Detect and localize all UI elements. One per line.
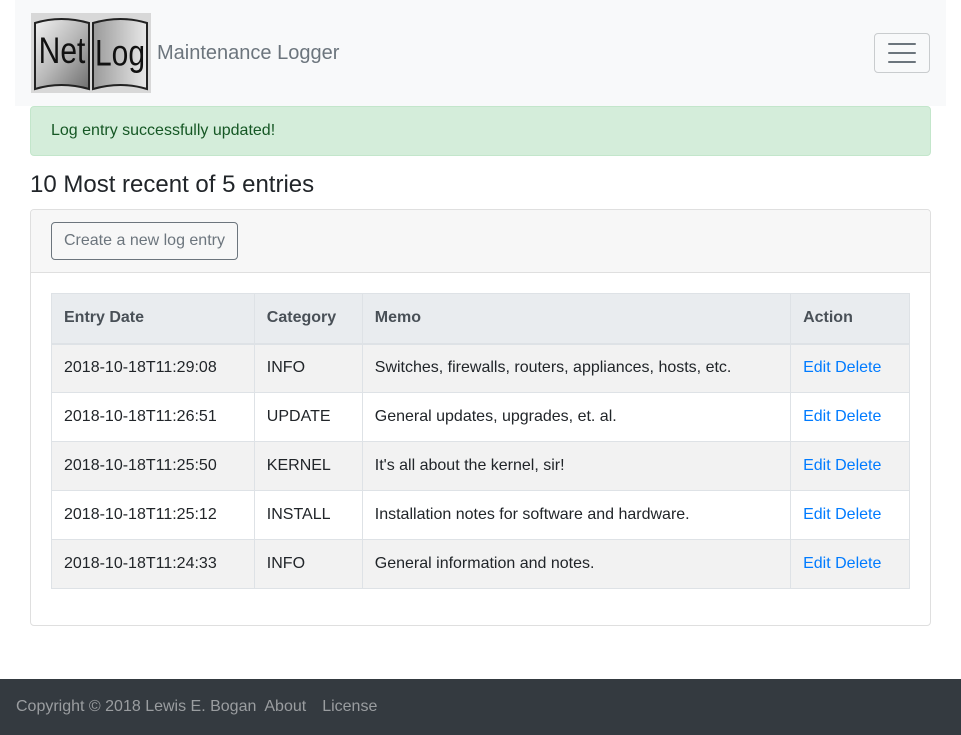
table-row: 2018-10-18T11:24:33 INFO General informa…	[51, 539, 910, 589]
entry-memo: General information and notes.	[361, 539, 792, 589]
entry-actions: Edit Delete	[790, 392, 910, 442]
footer: Copyright © 2018 Lewis E. Bogan About Li…	[0, 679, 961, 735]
entry-category: UPDATE	[253, 392, 363, 442]
edit-link[interactable]: Edit	[803, 457, 831, 474]
log-card: Create a new log entry Entry Date Catego…	[30, 209, 931, 626]
delete-link[interactable]: Delete	[835, 457, 881, 474]
navbar-brand[interactable]: Net Log Maintenance Logger	[31, 12, 339, 94]
create-log-entry-button[interactable]: Create a new log entry	[51, 222, 238, 260]
entry-date: 2018-10-18T11:25:12	[51, 490, 255, 540]
entry-category: INFO	[253, 539, 363, 589]
entry-date: 2018-10-18T11:29:08	[51, 343, 255, 393]
table-row: 2018-10-18T11:25:12 INSTALL Installation…	[51, 490, 910, 540]
table-header-row: Entry Date Category Memo Action	[51, 293, 910, 345]
entry-memo: Switches, firewalls, routers, appliances…	[361, 343, 792, 393]
edit-link[interactable]: Edit	[803, 408, 831, 425]
card-header: Create a new log entry	[31, 210, 930, 273]
entry-memo: Installation notes for software and hard…	[361, 490, 792, 540]
column-header-entry-date[interactable]: Entry Date	[51, 293, 255, 345]
logo-text-left: Net	[39, 30, 86, 72]
delete-link[interactable]: Delete	[835, 555, 881, 572]
entry-category: INFO	[253, 343, 363, 393]
edit-link[interactable]: Edit	[803, 506, 831, 523]
entry-date: 2018-10-18T11:26:51	[51, 392, 255, 442]
footer-about-link[interactable]: About	[264, 698, 306, 716]
navbar: Net Log Maintenance Logger	[15, 0, 946, 106]
brand-title: Maintenance Logger	[157, 41, 340, 64]
hamburger-menu-icon	[888, 43, 916, 45]
entry-category: KERNEL	[253, 441, 363, 491]
table-row: 2018-10-18T11:25:50 KERNEL It's all abou…	[51, 441, 910, 491]
hamburger-menu-icon-bar	[888, 61, 916, 63]
success-alert: Log entry successfully updated!	[30, 106, 931, 156]
edit-link[interactable]: Edit	[803, 555, 831, 572]
entry-actions: Edit Delete	[790, 490, 910, 540]
entry-date: 2018-10-18T11:25:50	[51, 441, 255, 491]
entry-actions: Edit Delete	[790, 539, 910, 589]
hamburger-menu-icon-bar	[888, 52, 916, 54]
entry-memo: General updates, upgrades, et. al.	[361, 392, 792, 442]
column-header-category[interactable]: Category	[253, 293, 363, 345]
table-row: 2018-10-18T11:29:08 INFO Switches, firew…	[51, 343, 910, 393]
footer-license-link[interactable]: License	[322, 698, 377, 716]
delete-link[interactable]: Delete	[835, 359, 881, 376]
page-title: 10 Most recent of 5 entries	[30, 171, 315, 198]
netlog-logo: Net Log	[31, 13, 151, 93]
logo-text-right: Log	[95, 32, 145, 74]
edit-link[interactable]: Edit	[803, 359, 831, 376]
entry-date: 2018-10-18T11:24:33	[51, 539, 255, 589]
entry-actions: Edit Delete	[790, 441, 910, 491]
entry-actions: Edit Delete	[790, 343, 910, 393]
column-header-memo[interactable]: Memo	[361, 293, 792, 345]
navbar-toggler-button[interactable]	[874, 33, 930, 73]
footer-copyright: Copyright © 2018 Lewis E. Bogan	[16, 698, 257, 715]
table-row: 2018-10-18T11:26:51 UPDATE General updat…	[51, 392, 910, 442]
alert-message: Log entry successfully updated!	[51, 122, 276, 139]
entry-memo: It's all about the kernel, sir!	[361, 441, 792, 491]
entry-category: INSTALL	[253, 490, 363, 540]
delete-link[interactable]: Delete	[835, 506, 881, 523]
log-table: Entry Date Category Memo Action 2018-10-…	[51, 293, 910, 589]
column-header-action: Action	[790, 293, 910, 345]
delete-link[interactable]: Delete	[835, 408, 881, 425]
